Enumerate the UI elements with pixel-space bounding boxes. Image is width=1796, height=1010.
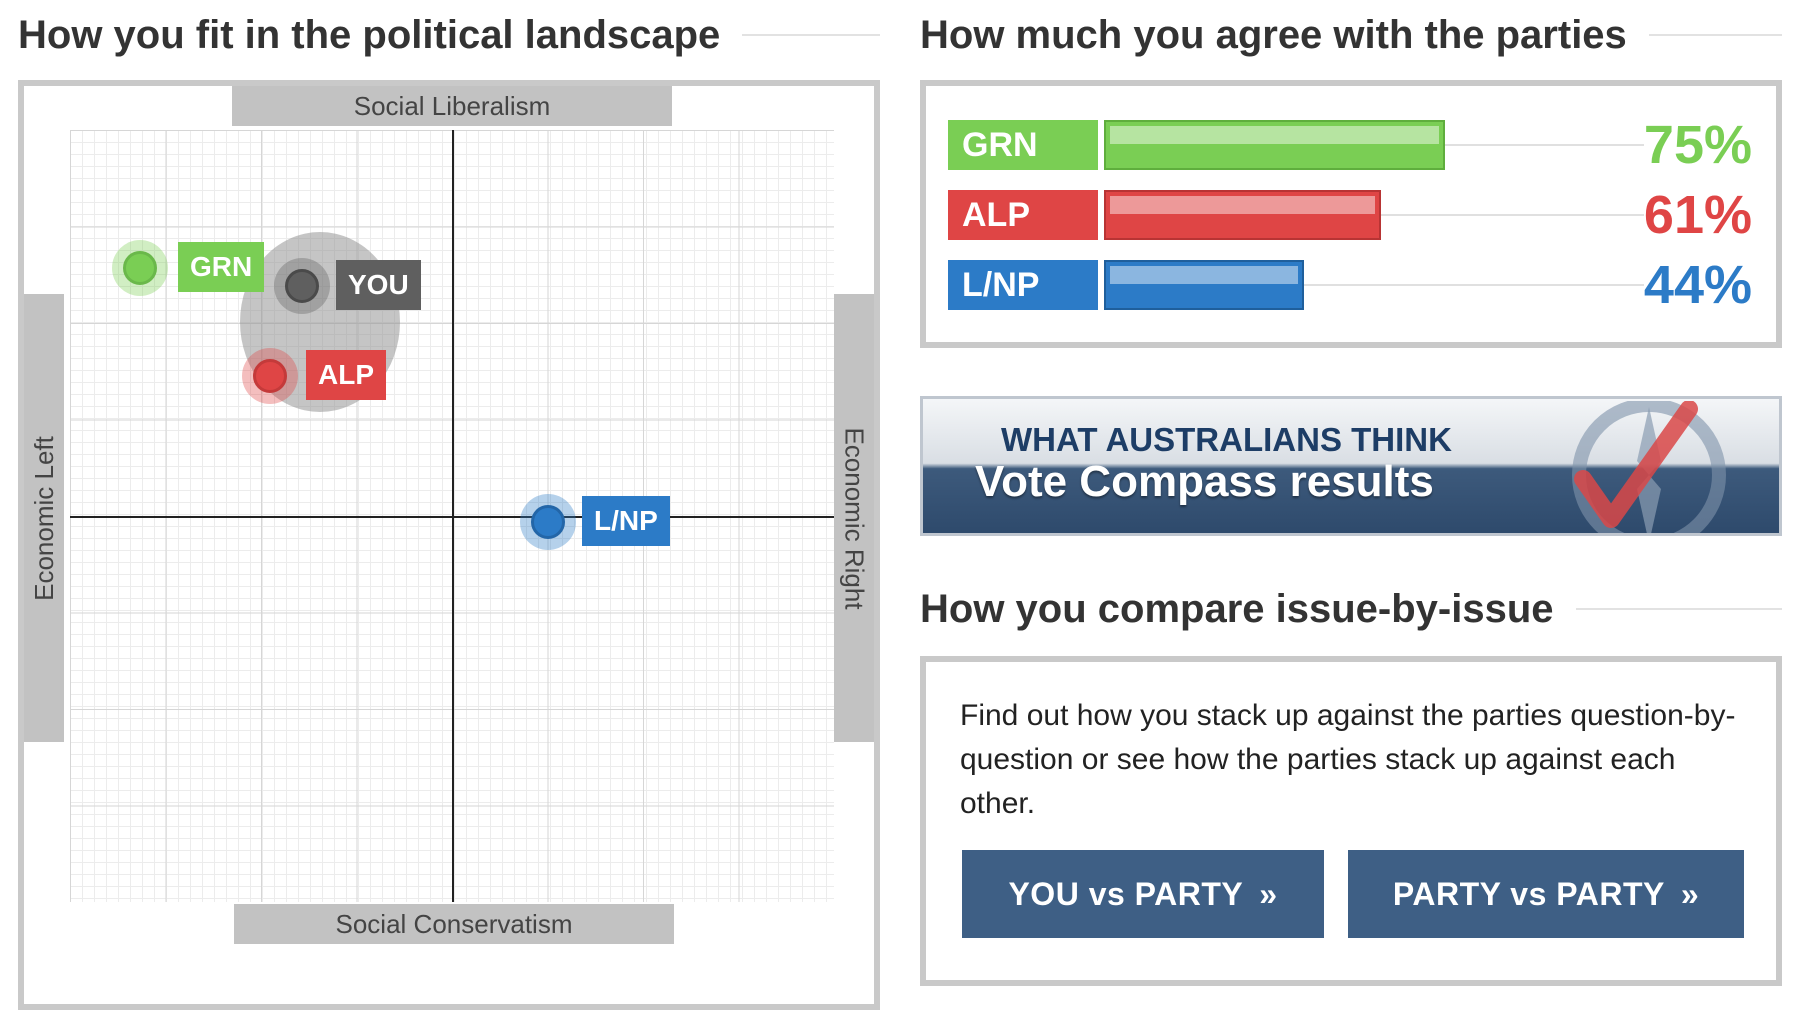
you-vs-party-button[interactable]: YOU vs PARTY » — [962, 850, 1324, 938]
grn-marker-dot[interactable] — [123, 251, 157, 285]
axis-bottom-text: Social Conservatism — [335, 908, 573, 939]
title-divider — [1648, 34, 1782, 36]
party-badge-lnp: L/NP — [948, 260, 1098, 310]
agreement-row-alp: ALP 61% — [948, 185, 1752, 245]
agreement-title: How much you agree with the parties — [920, 6, 1782, 64]
title-divider — [1575, 608, 1782, 610]
landscape-title-text: How you fit in the political landscape — [18, 12, 721, 57]
party-vs-party-label: PARTY vs PARTY — [1392, 875, 1665, 912]
compare-title: How you compare issue-by-issue — [920, 580, 1782, 638]
you-marker-label[interactable]: YOU — [336, 260, 421, 310]
compare-description: Find out how you stack up against the pa… — [960, 699, 1736, 820]
agreement-bar-lnp — [1104, 260, 1304, 310]
party-badge-alp: ALP — [948, 190, 1098, 240]
compare-title-text: How you compare issue-by-issue — [920, 586, 1554, 631]
double-chevron-right-icon: » — [1680, 875, 1700, 912]
banner-headline: Vote Compass results — [975, 457, 1434, 506]
party-agreement-panel: GRN 75% ALP 61% L/NP 44% — [920, 80, 1782, 348]
axis-label-social-liberalism: Social Liberalism — [232, 86, 672, 126]
you-marker-dot[interactable] — [285, 269, 319, 303]
axis-left-text: Economic Left — [28, 435, 59, 601]
agreement-percent-alp: 61% — [1643, 185, 1752, 245]
alp-marker-dot[interactable] — [253, 359, 287, 393]
axis-label-economic-right: Economic Right — [834, 294, 874, 742]
issue-compare-panel: Find out how you stack up against the pa… — [920, 656, 1782, 986]
landscape-title: How you fit in the political landscape — [18, 6, 880, 64]
axis-top-text: Social Liberalism — [353, 90, 551, 121]
axis-label-social-conservatism: Social Conservatism — [234, 904, 674, 944]
compass-horizontal-axis — [70, 516, 834, 518]
agreement-percent-lnp: 44% — [1643, 255, 1752, 315]
you-vs-party-label: YOU vs PARTY — [1008, 875, 1244, 912]
party-vs-party-button[interactable]: PARTY vs PARTY » — [1348, 850, 1744, 938]
banner-kicker: WHAT AUSTRALIANS THINK — [1001, 421, 1452, 458]
agreement-row-lnp: L/NP 44% — [948, 255, 1752, 315]
grn-marker-label[interactable]: GRN — [178, 242, 265, 292]
agreement-percent-grn: 75% — [1643, 115, 1752, 175]
axis-label-economic-left: Economic Left — [24, 294, 64, 742]
party-badge-grn: GRN — [948, 120, 1098, 170]
agreement-bar-grn — [1104, 120, 1445, 170]
agreement-bar-alp — [1104, 190, 1381, 240]
lnp-marker-dot[interactable] — [531, 505, 565, 539]
lnp-marker-label[interactable]: L/NP — [582, 496, 670, 546]
agreement-title-text: How much you agree with the parties — [920, 12, 1627, 57]
vote-compass-results-banner[interactable]: WHAT AUSTRALIANS THINK Vote Compass resu… — [920, 396, 1782, 536]
political-compass: Social Liberalism Social Conservatism Ec… — [18, 80, 880, 1010]
agreement-row-grn: GRN 75% — [948, 115, 1752, 175]
vote-compass-checkmark-icon — [1572, 401, 1726, 533]
axis-right-text: Economic Right — [839, 426, 870, 610]
title-divider — [742, 34, 880, 36]
alp-marker-label[interactable]: ALP — [306, 350, 386, 400]
double-chevron-right-icon: » — [1259, 875, 1278, 912]
